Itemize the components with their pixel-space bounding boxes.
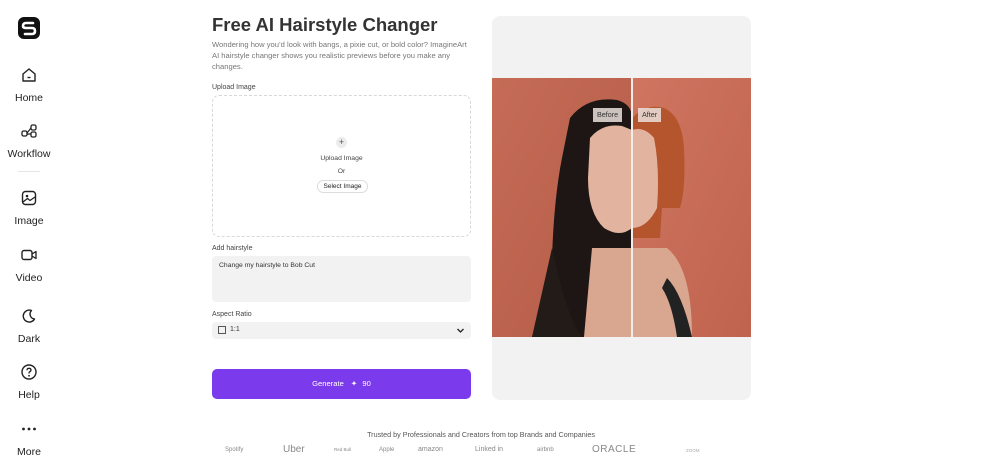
before-tag: Before <box>593 108 623 122</box>
sidebar-item-video[interactable]: Video <box>0 246 58 284</box>
sparkle-icon: ✦ <box>350 379 358 388</box>
sidebar-item-label: Home <box>14 92 43 104</box>
workflow-icon <box>21 124 37 138</box>
trusted-text: Trusted by Professionals and Creators fr… <box>367 430 595 439</box>
generate-label: Generate <box>312 379 344 388</box>
brand-logo-oracle: ORACLE <box>592 444 637 455</box>
sidebar-item-label: Dark <box>17 333 41 345</box>
generate-cost: 90 <box>362 379 371 388</box>
sidebar-item-home[interactable]: Home <box>0 66 58 104</box>
plus-icon[interactable]: + <box>336 137 347 148</box>
sidebar-item-label: Video <box>15 272 43 284</box>
sidebar-item-label: Workflow <box>7 148 51 160</box>
upload-dropzone[interactable]: + Upload Image Or Select Image <box>212 95 471 237</box>
before-after-image: Before After <box>492 78 751 337</box>
aspect-ratio-value: 1:1 <box>230 326 240 333</box>
square-ratio-icon <box>218 326 226 334</box>
upload-label: Upload Image <box>212 84 256 91</box>
after-tag: After <box>638 108 662 122</box>
brand-logo-zoom: ZOOM <box>686 448 700 453</box>
page-subtitle: Wondering how you’d look with bangs, a p… <box>212 40 467 71</box>
sidebar-item-help[interactable]: Help <box>0 363 58 401</box>
brand-s-icon[interactable] <box>18 17 40 39</box>
help-icon <box>21 364 37 380</box>
sidebar-item-workflow[interactable]: Workflow <box>0 122 58 160</box>
aspect-ratio-label: Aspect Ratio <box>212 311 252 318</box>
sidebar-item-label: Image <box>14 215 44 227</box>
preview-panel: Before After <box>492 16 751 400</box>
brand-logo-linkedin: Linked in <box>475 446 504 453</box>
sidebar-item-dark[interactable]: Dark <box>0 307 58 345</box>
sidebar-item-more[interactable]: More <box>0 420 58 458</box>
generate-button[interactable]: Generate ✦ 90 <box>212 369 471 399</box>
sidebar: Home Workflow Image Video Dark Help More <box>0 0 58 470</box>
hairstyle-input[interactable]: Change my hairstyle to Bob Cut <box>212 256 471 302</box>
upload-prompt: Upload Image <box>320 155 363 162</box>
video-icon <box>21 249 37 261</box>
page-title: Free AI Hairstyle Changer <box>212 14 438 35</box>
select-image-button[interactable]: Select Image <box>317 180 368 193</box>
home-icon <box>22 68 36 82</box>
sidebar-item-label: Help <box>18 389 40 401</box>
hairstyle-label: Add hairstyle <box>212 245 253 252</box>
aspect-ratio-select[interactable]: 1:1 <box>212 322 471 339</box>
moon-icon <box>22 309 36 323</box>
brand-logo-spotify: Spotify <box>225 447 244 453</box>
brand-logo-redbull: Red Bull <box>334 447 352 452</box>
sidebar-divider <box>18 171 40 172</box>
brand-logo-apple: Apple <box>379 447 395 453</box>
sidebar-item-label: More <box>17 446 41 458</box>
sidebar-item-image[interactable]: Image <box>0 189 58 227</box>
upload-or: Or <box>337 168 346 175</box>
chevron-down-icon <box>457 328 464 333</box>
brand-logo-amazon: amazon <box>418 446 443 453</box>
brand-logo-uber: Uber <box>283 444 305 455</box>
brand-logo-airbnb: airbnb <box>537 447 554 453</box>
image-icon <box>21 190 37 206</box>
